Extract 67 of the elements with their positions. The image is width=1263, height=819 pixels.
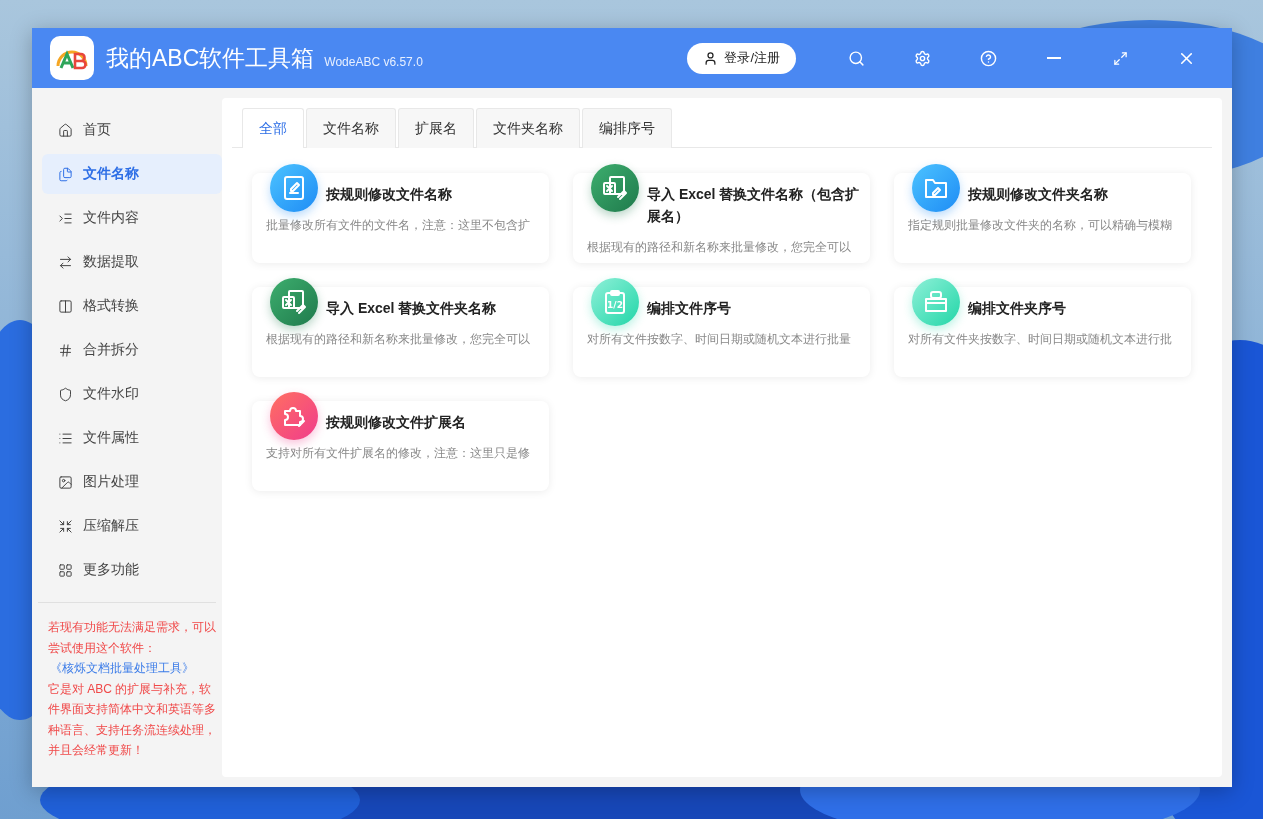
- maximize-icon: [1112, 50, 1128, 66]
- folder-edit-icon: [912, 164, 960, 212]
- tab[interactable]: 文件名称: [306, 108, 396, 148]
- folder-icon: [912, 278, 960, 326]
- spreadsheet-icon: [270, 278, 318, 326]
- sidebar-item[interactable]: 格式转换: [42, 286, 222, 326]
- tool-card[interactable]: 按规则修改文件夹名称 指定规则批量修改文件夹的名称，可以精确与模糊: [894, 173, 1191, 263]
- spreadsheet-icon: [591, 164, 639, 212]
- tool-card[interactable]: 按规则修改文件名称 批量修改所有文件的文件名，注意：这里不包含扩: [252, 173, 549, 263]
- card-title: 按规则修改文件名称: [326, 185, 453, 204]
- image-icon: [58, 474, 73, 490]
- card-description: 支持对所有文件扩展名的修改，注意：这里只是修: [266, 445, 531, 462]
- card-title: 按规则修改文件扩展名: [326, 413, 467, 432]
- list-icon: [58, 430, 73, 446]
- sidebar-item[interactable]: 文件内容: [42, 198, 222, 238]
- document-edit-icon: [270, 164, 318, 212]
- software-link[interactable]: 《核烁文档批量处理工具》: [50, 661, 194, 675]
- tab[interactable]: 扩展名: [398, 108, 474, 148]
- clipboard-icon: 1/2: [591, 278, 639, 326]
- columns-icon: [58, 298, 73, 314]
- search-icon: [847, 49, 865, 67]
- tool-card[interactable]: 导入 Excel 替换文件名称（包含扩展名） 根据现有的路径和新名称来批量修改，您完全可以: [573, 173, 870, 263]
- card-title: 编排文件序号: [647, 299, 732, 318]
- version-label: WodeABC v6.57.0: [324, 55, 423, 69]
- puzzle-icon: [270, 392, 318, 440]
- files-icon: [58, 166, 73, 182]
- card-description: 对所有文件按数字、时间日期或随机文本进行批量: [587, 331, 852, 348]
- minimize-icon: [1047, 57, 1061, 59]
- tool-card[interactable]: 按规则修改文件扩展名 支持对所有文件扩展名的修改，注意：这里只是修: [252, 401, 549, 491]
- shrink-icon: [58, 518, 73, 534]
- card-title: 编排文件夹序号: [968, 299, 1067, 318]
- card-description: 指定规则批量修改文件夹的名称，可以精确与模糊: [908, 217, 1173, 234]
- logo-icon: [50, 36, 94, 80]
- card-title: 按规则修改文件夹名称: [968, 185, 1109, 204]
- card-description: 批量修改所有文件的文件名，注意：这里不包含扩: [266, 217, 531, 234]
- arrows-icon: [58, 254, 73, 270]
- sidebar-item[interactable]: 压缩解压: [42, 506, 222, 546]
- card-description: 根据现有的路径和新名称来批量修改，您完全可以: [587, 239, 852, 256]
- card-title: 导入 Excel 替换文件名称（包含扩展名）: [647, 185, 861, 226]
- user-icon: [703, 50, 719, 66]
- hash-icon: [58, 342, 73, 358]
- shield-icon: [58, 386, 73, 402]
- card-description: 对所有文件夹按数字、时间日期或随机文本进行批: [908, 331, 1173, 348]
- note-text: 它是对 ABC 的扩展与补充，软件界面支持简体中文和英语等多种语言、支持任务流连续处理，并且会经常更新！: [48, 680, 216, 759]
- window-title: 我的ABC软件工具箱: [106, 43, 315, 73]
- home-icon: [58, 122, 73, 138]
- sidebar-item[interactable]: 图片处理: [42, 462, 222, 502]
- card-title: 导入 Excel 替换文件夹名称: [326, 299, 498, 318]
- help-icon: [979, 49, 997, 67]
- tab[interactable]: 文件夹名称: [476, 108, 580, 148]
- sidebar-item[interactable]: 首页: [42, 110, 222, 150]
- tab[interactable]: 编排序号: [582, 108, 672, 148]
- sidebar-item[interactable]: 更多功能: [42, 550, 222, 590]
- card-description: 根据现有的路径和新名称来批量修改，您完全可以: [266, 331, 531, 348]
- settings-icon: [913, 49, 931, 67]
- sidebar-item[interactable]: 文件水印: [42, 374, 222, 414]
- tool-card[interactable]: 编排文件夹序号 对所有文件夹按数字、时间日期或随机文本进行批: [894, 287, 1191, 377]
- indent-icon: [58, 210, 73, 226]
- sidebar-item[interactable]: 合并拆分: [42, 330, 222, 370]
- sidebar-item[interactable]: 文件名称: [42, 154, 222, 194]
- tab[interactable]: 全部: [242, 108, 304, 148]
- grid-icon: [58, 562, 73, 578]
- sidebar-item[interactable]: 文件属性: [42, 418, 222, 458]
- login-button[interactable]: 登录/注册: [687, 42, 796, 74]
- sidebar-item[interactable]: 数据提取: [42, 242, 222, 282]
- tool-card[interactable]: 导入 Excel 替换文件夹名称 根据现有的路径和新名称来批量修改，您完全可以: [252, 287, 549, 377]
- note-text: 若现有功能无法满足需求，可以尝试使用这个软件：: [48, 619, 216, 657]
